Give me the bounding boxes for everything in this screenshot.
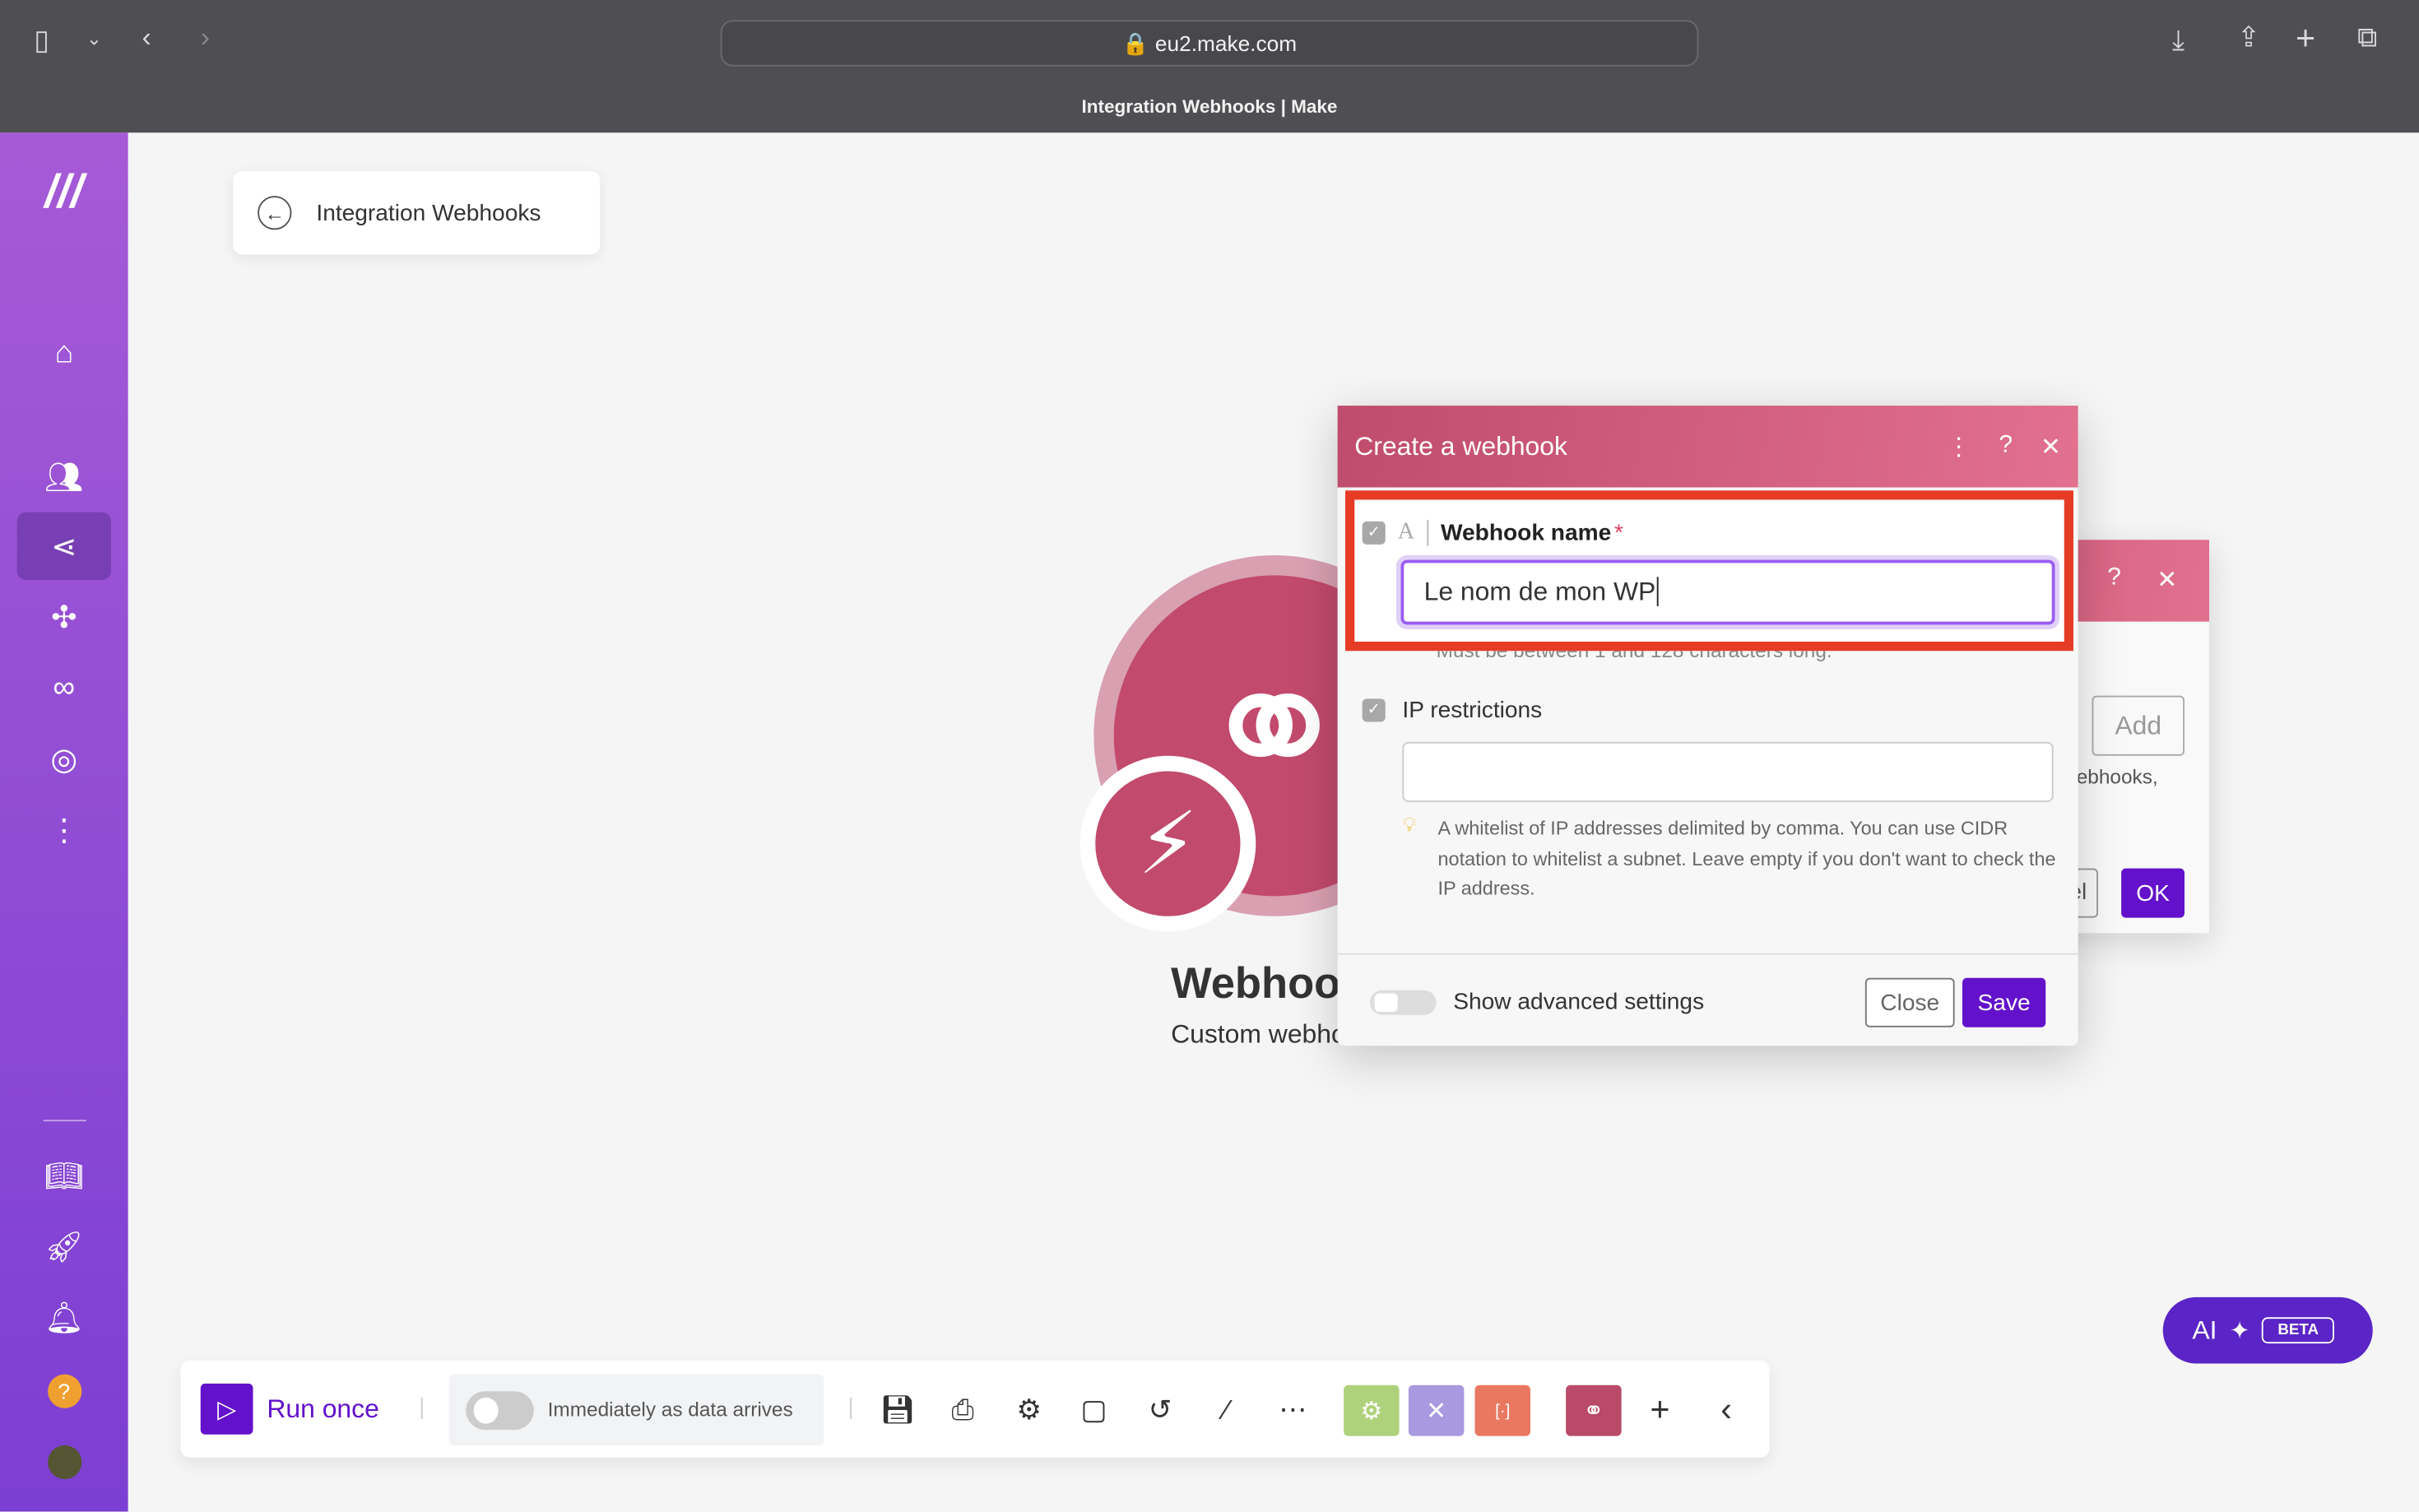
url-text: eu2.make.com — [1154, 30, 1298, 56]
text-parser-icon[interactable]: [·] — [1474, 1384, 1530, 1436]
help-icon[interactable]: ? — [17, 1357, 111, 1426]
gear-icon[interactable]: ⚙ — [1006, 1387, 1052, 1433]
help-icon[interactable]: ? — [1999, 431, 2013, 462]
help-icon[interactable]: ? — [2107, 564, 2121, 592]
puzzle-icon[interactable]: ✣ — [17, 583, 111, 652]
chevron-down-icon[interactable]: ⌄ — [86, 28, 102, 49]
home-icon[interactable]: ⌂ — [17, 319, 111, 387]
sparkle-icon: ✦ — [2229, 1318, 2250, 1345]
divider — [43, 1120, 86, 1122]
new-tab-icon[interactable]: + — [2296, 19, 2315, 59]
address-bar[interactable]: 🔒 eu2.make.com — [720, 20, 1699, 67]
share-icon[interactable]: ⇪ — [2237, 21, 2260, 53]
note-icon[interactable]: ▢ — [1070, 1387, 1117, 1433]
tools-icon[interactable]: ⚙ — [1344, 1384, 1400, 1436]
ai-label: AI — [2192, 1315, 2217, 1345]
sidebar: /// ⌂ 👥︎ ⋖ ✣ ∞ ◎ ⋮ 📖︎ 🚀︎ 🔔︎ ? — [0, 132, 128, 1512]
beta-badge: BETA — [2262, 1317, 2334, 1344]
dialog-header: Create a webhook ⋮? ✕ — [1337, 406, 2078, 488]
highlight-box: ✓ A Webhook name * Le nom de mon WP — [1345, 490, 2073, 652]
instant-trigger-icon: ⚡︎ — [1079, 755, 1256, 932]
forward-icon[interactable]: › — [201, 21, 210, 53]
lightbulb-icon: 💡︎ — [1402, 813, 1417, 837]
magic-wand-icon[interactable]: ⁄ — [1204, 1387, 1250, 1433]
text-type-icon: A — [1398, 519, 1428, 546]
collapse-icon[interactable]: ‹ — [1703, 1387, 1749, 1433]
team-icon[interactable]: 👥︎ — [17, 443, 111, 511]
more-icon[interactable]: ⋯ — [1270, 1387, 1316, 1433]
add-button[interactable]: Add — [2092, 695, 2185, 756]
close-button[interactable]: Close — [1864, 977, 1955, 1027]
ok-button[interactable]: OK — [2121, 868, 2185, 918]
ai-assistant-button[interactable]: AI ✦ BETA — [2162, 1296, 2373, 1364]
tab-title[interactable]: Integration Webhooks | Make — [0, 95, 2419, 117]
collapse-checkbox[interactable]: ✓ — [1362, 521, 1386, 545]
scenarios-icon[interactable]: ⋖ — [16, 512, 111, 580]
schedule-label: Immediately as data arrives — [547, 1397, 793, 1421]
schedule-toggle[interactable] — [466, 1391, 534, 1431]
advanced-settings-toggle[interactable] — [1370, 990, 1437, 1015]
help-text: ebhooks, — [2076, 765, 2158, 789]
ip-restrictions-input[interactable] — [1402, 741, 2054, 802]
more-options-icon[interactable]: ⋮ — [1947, 431, 1971, 462]
run-once-button[interactable]: Run once — [267, 1394, 378, 1426]
link-icon[interactable]: ∞ — [17, 654, 111, 722]
webhook-name-label: Webhook name — [1440, 519, 1612, 546]
download-icon[interactable]: ⤓ — [2172, 25, 2185, 57]
book-icon[interactable]: 📖︎ — [17, 1142, 111, 1210]
close-icon[interactable]: ✕ — [2041, 431, 2061, 462]
save-icon[interactable]: 💾︎ — [875, 1387, 921, 1433]
back-icon[interactable]: ‹ — [142, 21, 151, 53]
play-icon[interactable]: ▷ — [200, 1383, 253, 1435]
arrow-left-icon: ← — [258, 196, 292, 230]
webhook-name-input[interactable]: Le nom de mon WP — [1400, 559, 2055, 625]
rocket-icon[interactable]: 🚀︎ — [17, 1213, 111, 1281]
input-value: Le nom de mon WP — [1423, 577, 1656, 606]
bell-icon[interactable]: 🔔︎ — [17, 1283, 111, 1352]
collapse-checkbox[interactable]: ✓ — [1362, 698, 1386, 722]
make-logo[interactable]: /// — [17, 159, 111, 227]
close-icon[interactable]: ✕ — [2157, 564, 2177, 596]
back-to-scenario-button[interactable]: ← Integration Webhooks — [233, 171, 601, 255]
more-icon[interactable]: ⋮ — [17, 796, 111, 865]
sidebar-toggle-icon[interactable]: ▯ — [34, 25, 49, 57]
webhook-icon[interactable]: ⚭ — [1566, 1384, 1622, 1436]
avatar[interactable] — [17, 1428, 111, 1496]
undo-icon[interactable]: ↺ — [1137, 1387, 1183, 1433]
scenario-title: Integration Webhooks — [316, 199, 541, 226]
scenario-toolbar: ▷ Run once Immediately as data arrives 💾… — [180, 1360, 1770, 1458]
schedule-panel: Immediately as data arrives — [448, 1374, 824, 1445]
add-icon[interactable]: + — [1637, 1387, 1683, 1433]
ip-restrictions-label: IP restrictions — [1402, 697, 1543, 724]
ip-hint: A whitelist of IP addresses delimited by… — [1437, 817, 2056, 900]
import-icon[interactable]: ⎙ — [940, 1387, 986, 1433]
save-button[interactable]: Save — [1962, 977, 2046, 1027]
flow-control-icon[interactable]: ✕ — [1408, 1384, 1465, 1436]
globe-icon[interactable]: ◎ — [17, 725, 111, 793]
browser-toolbar: ▯ ⌄ ‹ › 🔒 eu2.make.com ⤓ ⇪ + ⧉ Integrati… — [0, 0, 2419, 133]
dialog-title: Create a webhook — [1354, 431, 1567, 461]
tabs-icon[interactable]: ⧉ — [2357, 21, 2377, 53]
required-mark: * — [1614, 519, 1623, 546]
advanced-settings-label: Show advanced settings — [1453, 988, 1705, 1015]
